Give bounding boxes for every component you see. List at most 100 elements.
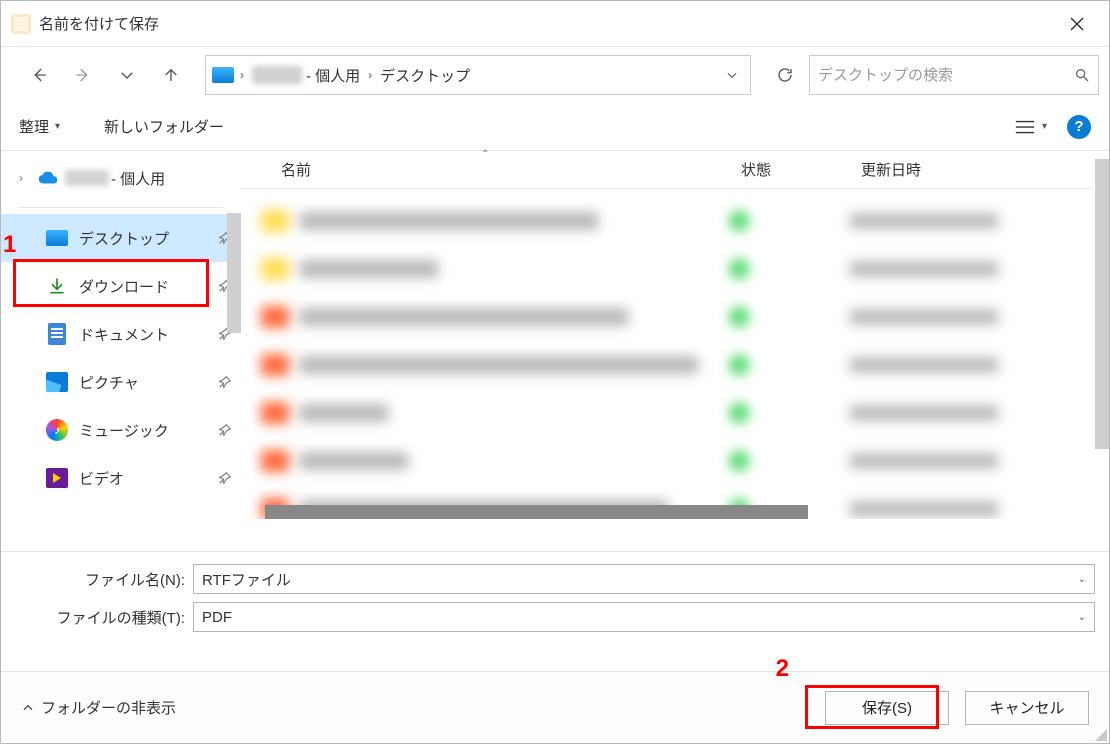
column-headers: ⌃ 名前 状態 更新日時 (241, 151, 1093, 189)
sidebar-item-downloads[interactable]: ダウンロード (1, 262, 241, 310)
sidebar-item-music[interactable]: ミュージック (1, 406, 241, 454)
back-button[interactable] (19, 55, 59, 95)
file-row[interactable] (241, 293, 1093, 341)
file-list: ⌃ 名前 状態 更新日時 (241, 151, 1109, 551)
location-icon (212, 67, 234, 83)
breadcrumb-dest[interactable]: デスクトップ (378, 65, 472, 86)
file-row[interactable] (241, 245, 1093, 293)
sort-indicator-icon: ⌃ (481, 149, 489, 160)
nav-row: › - 個人用 › デスクトップ (1, 47, 1109, 103)
sidebar-item-label: ピクチャ (79, 372, 139, 393)
filetype-select[interactable]: PDF ⌄ (193, 602, 1095, 632)
recent-locations-button[interactable] (107, 55, 147, 95)
file-row[interactable] (241, 341, 1093, 389)
sidebar-item-label: ダウンロード (79, 276, 169, 297)
search-box[interactable] (809, 55, 1099, 95)
chevron-right-icon: › (362, 68, 378, 82)
help-icon: ? (1074, 118, 1083, 135)
file-row[interactable] (241, 437, 1093, 485)
sidebar-item-pictures[interactable]: ピクチャ (1, 358, 241, 406)
main-pane: › - 個人用 デスクトップ ダウンロード ドキュメント (1, 151, 1109, 551)
cloud-icon (37, 170, 59, 186)
cancel-button[interactable]: キャンセル (965, 691, 1089, 725)
titlebar: 名前を付けて保存 (1, 1, 1109, 47)
sidebar-item-desktop[interactable]: デスクトップ (1, 214, 241, 262)
file-list-body[interactable] (241, 189, 1093, 519)
address-dropdown[interactable] (714, 68, 750, 82)
sidebar-item-label: ミュージック (79, 420, 169, 441)
vertical-scrollbar[interactable] (1095, 151, 1109, 537)
close-icon (1070, 17, 1084, 31)
chevron-right-icon: › (19, 171, 35, 185)
download-icon (45, 274, 69, 298)
video-icon (45, 466, 69, 490)
file-row[interactable] (241, 389, 1093, 437)
search-input[interactable] (818, 67, 1074, 84)
save-form: ファイル名(N): RTFファイル ⌄ ファイルの種類(T): PDF ⌄ (1, 551, 1109, 636)
sidebar-item-videos[interactable]: ビデオ (1, 454, 241, 502)
scrollbar-thumb[interactable] (265, 505, 808, 519)
breadcrumb-redacted (252, 66, 302, 84)
column-status[interactable]: 状態 (701, 159, 821, 180)
close-button[interactable] (1051, 1, 1103, 46)
list-view-icon (1014, 118, 1036, 136)
help-button[interactable]: ? (1067, 115, 1091, 139)
scrollbar-thumb[interactable] (1095, 159, 1109, 449)
refresh-icon (776, 66, 794, 84)
filetype-label: ファイルの種類(T): (15, 607, 185, 628)
organize-label: 整理 (19, 116, 49, 137)
new-folder-button[interactable]: 新しいフォルダー (104, 116, 224, 137)
horizontal-scrollbar[interactable] (265, 505, 1063, 519)
folder-toggle-label: フォルダーの非表示 (41, 697, 176, 718)
address-bar[interactable]: › - 個人用 › デスクトップ (205, 55, 751, 95)
document-icon (45, 322, 69, 346)
arrow-right-icon (74, 66, 92, 84)
chevron-down-icon[interactable]: ⌄ (1078, 612, 1086, 623)
desktop-icon (45, 226, 69, 250)
arrow-left-icon (30, 66, 48, 84)
file-row[interactable] (241, 197, 1093, 245)
refresh-button[interactable] (765, 55, 805, 95)
sidebar: › - 個人用 デスクトップ ダウンロード ドキュメント (1, 151, 241, 551)
sidebar-item-label: デスクトップ (79, 228, 169, 249)
picture-icon (45, 370, 69, 394)
search-icon (1074, 67, 1090, 83)
quick-access-list: デスクトップ ダウンロード ドキュメント ピクチャ ミュージック (1, 214, 241, 502)
toolbar: 整理 ▾ 新しいフォルダー ▾ ? (1, 103, 1109, 151)
chevron-down-icon[interactable]: ⌄ (1078, 574, 1086, 585)
new-folder-label: 新しいフォルダー (104, 116, 224, 137)
window-title: 名前を付けて保存 (39, 13, 159, 34)
sidebar-scrollbar[interactable] (227, 213, 241, 551)
chevron-down-icon (725, 68, 739, 82)
filetype-value: PDF (202, 609, 232, 626)
column-name[interactable]: 名前 (241, 159, 701, 180)
sidebar-onedrive-redacted (65, 170, 109, 186)
breadcrumb-personal[interactable]: - 個人用 (304, 65, 362, 86)
filename-label: ファイル名(N): (15, 569, 185, 590)
arrow-up-icon (162, 66, 180, 84)
forward-button[interactable] (63, 55, 103, 95)
scrollbar-thumb[interactable] (227, 213, 241, 333)
sidebar-onedrive-suffix: - 個人用 (111, 168, 165, 189)
resize-grip[interactable] (1093, 727, 1107, 741)
sidebar-item-label: ビデオ (79, 468, 124, 489)
caret-down-icon: ▾ (1042, 121, 1047, 132)
chevron-down-icon (118, 66, 136, 84)
sidebar-item-label: ドキュメント (79, 324, 169, 345)
chevron-right-icon: › (234, 68, 250, 82)
up-button[interactable] (151, 55, 191, 95)
filename-input[interactable]: RTFファイル ⌄ (193, 564, 1095, 594)
app-icon (11, 14, 31, 34)
save-button[interactable]: 保存(S) (825, 691, 949, 725)
footer: フォルダーの非表示 保存(S) キャンセル (1, 671, 1109, 743)
music-icon (45, 418, 69, 442)
sidebar-item-onedrive[interactable]: › - 個人用 (1, 157, 241, 199)
column-modified[interactable]: 更新日時 (821, 159, 1093, 180)
sidebar-item-documents[interactable]: ドキュメント (1, 310, 241, 358)
chevron-up-icon (21, 701, 35, 715)
filename-value: RTFファイル (202, 569, 291, 590)
folder-toggle-button[interactable]: フォルダーの非表示 (21, 697, 176, 718)
view-options-button[interactable]: ▾ (1014, 118, 1047, 136)
organize-button[interactable]: 整理 ▾ (19, 116, 60, 137)
sidebar-separator (19, 207, 223, 208)
